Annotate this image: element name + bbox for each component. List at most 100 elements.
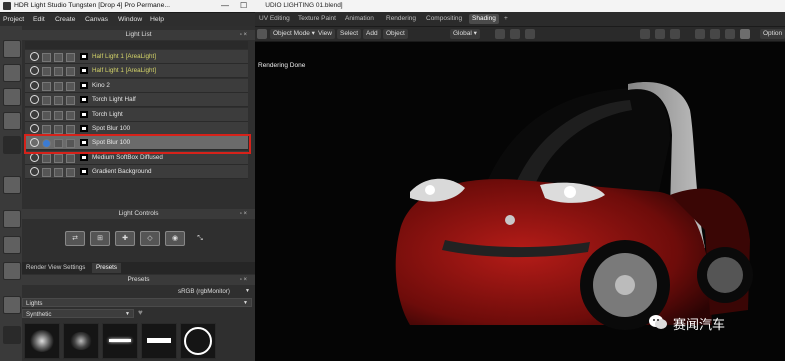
power-toggle-icon[interactable] [30,66,39,75]
lock-checkbox[interactable] [66,96,75,105]
visibility-checkbox[interactable] [54,168,63,177]
color-space-dropdown[interactable]: sRGB (rgbMonitor) ▼ [175,287,253,296]
lock-checkbox[interactable] [66,111,75,120]
solo-checkbox[interactable] [42,168,51,177]
orientation-dropdown[interactable]: Global ▾ [450,29,480,39]
view-menu[interactable]: View [315,29,335,39]
lock-checkbox[interactable] [66,82,75,91]
object-mode-dropdown[interactable]: Object Mode ▾ [270,29,318,39]
tab-rendering[interactable]: Rendering [383,14,419,24]
visibility-icon[interactable] [640,29,650,39]
spot-light-tool-icon[interactable] [3,40,21,58]
preset-bar-light[interactable] [141,323,177,359]
preset-soft-glow[interactable] [24,323,60,359]
rotate-control-button[interactable]: ◇ [140,231,160,246]
lock-checkbox[interactable] [66,67,75,76]
tab-compositing[interactable]: Compositing [423,14,465,24]
visibility-checkbox[interactable] [54,154,63,163]
power-toggle-icon[interactable] [30,110,39,119]
power-toggle-icon[interactable] [30,124,39,133]
pivot-icon[interactable] [495,29,505,39]
lock-checkbox[interactable] [66,154,75,163]
position-control-button[interactable]: ✚ [115,231,135,246]
editor-type-icon[interactable] [257,29,267,39]
solo-checkbox[interactable] [42,154,51,163]
solo-checkbox[interactable] [42,53,51,62]
gradient-tool-icon[interactable] [3,112,21,130]
strip-tool-icon[interactable] [3,296,21,314]
preset-strip-light[interactable] [102,323,138,359]
light-row[interactable]: Half Light 1 [AreaLight] [25,64,248,78]
light-row[interactable]: Kino 2 [25,79,248,93]
add-workspace-icon[interactable]: + [501,14,511,24]
panel-float-icon[interactable]: ▫ × [240,209,247,219]
brush-tool-icon[interactable] [3,176,21,194]
tab-shading[interactable]: Shading [469,14,499,24]
lock-checkbox[interactable] [66,168,75,177]
visibility-checkbox[interactable] [54,111,63,120]
lock-checkbox[interactable] [66,125,75,134]
panel-float-icon[interactable]: ▫ × [240,30,247,40]
preset-ring-light[interactable] [180,323,216,359]
shading-material-icon[interactable] [725,29,735,39]
target-tool-icon[interactable] [3,136,21,154]
shading-rendered-icon[interactable] [740,29,750,39]
target-control-button[interactable]: ◉ [165,231,185,246]
category-dropdown[interactable]: Lights ▼ [22,298,252,307]
select-menu[interactable]: Select [337,29,362,39]
power-toggle-icon[interactable] [30,95,39,104]
lock-checkbox[interactable] [66,53,75,62]
menu-edit[interactable]: Edit [33,15,45,24]
solo-checkbox[interactable] [42,67,51,76]
shading-solid-icon[interactable] [710,29,720,39]
power-toggle-icon[interactable] [30,167,39,176]
solo-checkbox[interactable] [42,82,51,91]
light-row[interactable]: Gradient Background [25,165,248,179]
tab-animation[interactable]: Animation [342,14,377,24]
visibility-checkbox[interactable] [54,82,63,91]
overlay-icon[interactable] [670,29,680,39]
fill-tool-icon[interactable] [3,262,21,280]
area-light-tool-icon[interactable] [3,64,21,82]
menu-canvas[interactable]: Canvas [85,15,108,24]
layer-tool-icon[interactable] [3,210,21,228]
light-row[interactable]: Torch Light Half [25,93,248,107]
menu-window[interactable]: Window [118,15,142,24]
move-control-button[interactable]: ⇄ [65,231,85,246]
visibility-checkbox[interactable] [54,96,63,105]
menu-project[interactable]: Project [3,15,24,24]
panel-float-icon[interactable]: ▫ × [240,275,247,285]
favorite-heart-icon[interactable]: ♥ [138,308,143,317]
tab-presets[interactable]: Presets [92,263,121,273]
power-toggle-icon[interactable] [30,81,39,90]
tab-texture-paint[interactable]: Texture Paint [295,14,339,24]
options-dropdown[interactable]: Option [760,29,785,39]
power-toggle-icon[interactable] [30,153,39,162]
gizmo-icon[interactable] [655,29,665,39]
settings-tool-icon[interactable] [3,326,21,344]
light-row[interactable]: Half Light 1 [AreaLight] [25,50,248,64]
solo-checkbox[interactable] [42,111,51,120]
xray-icon[interactable] [695,29,705,39]
visibility-checkbox[interactable] [54,125,63,134]
menu-help[interactable]: Help [150,15,164,24]
visibility-checkbox[interactable] [54,67,63,76]
light-row[interactable]: Torch Light [25,108,248,122]
softbox-tool-icon[interactable] [3,88,21,106]
object-menu[interactable]: Object [383,29,408,39]
solo-checkbox[interactable] [42,96,51,105]
power-toggle-icon[interactable] [30,52,39,61]
visibility-checkbox[interactable] [54,53,63,62]
snap-icon[interactable] [510,29,520,39]
maximize-icon[interactable]: ☐ [240,0,247,11]
proportional-edit-icon[interactable] [525,29,535,39]
solo-checkbox[interactable] [42,125,51,134]
tab-uv-editing[interactable]: UV Editing [256,14,293,24]
add-menu[interactable]: Add [363,29,381,39]
preset-spot-blur[interactable] [63,323,99,359]
menu-create[interactable]: Create [55,15,75,24]
panel-tool-icon[interactable] [3,236,21,254]
scale-control-button[interactable]: ⊞ [90,231,110,246]
subcategory-dropdown[interactable]: Synthetic ▼ [22,309,134,318]
minimize-icon[interactable]: — [221,0,229,11]
